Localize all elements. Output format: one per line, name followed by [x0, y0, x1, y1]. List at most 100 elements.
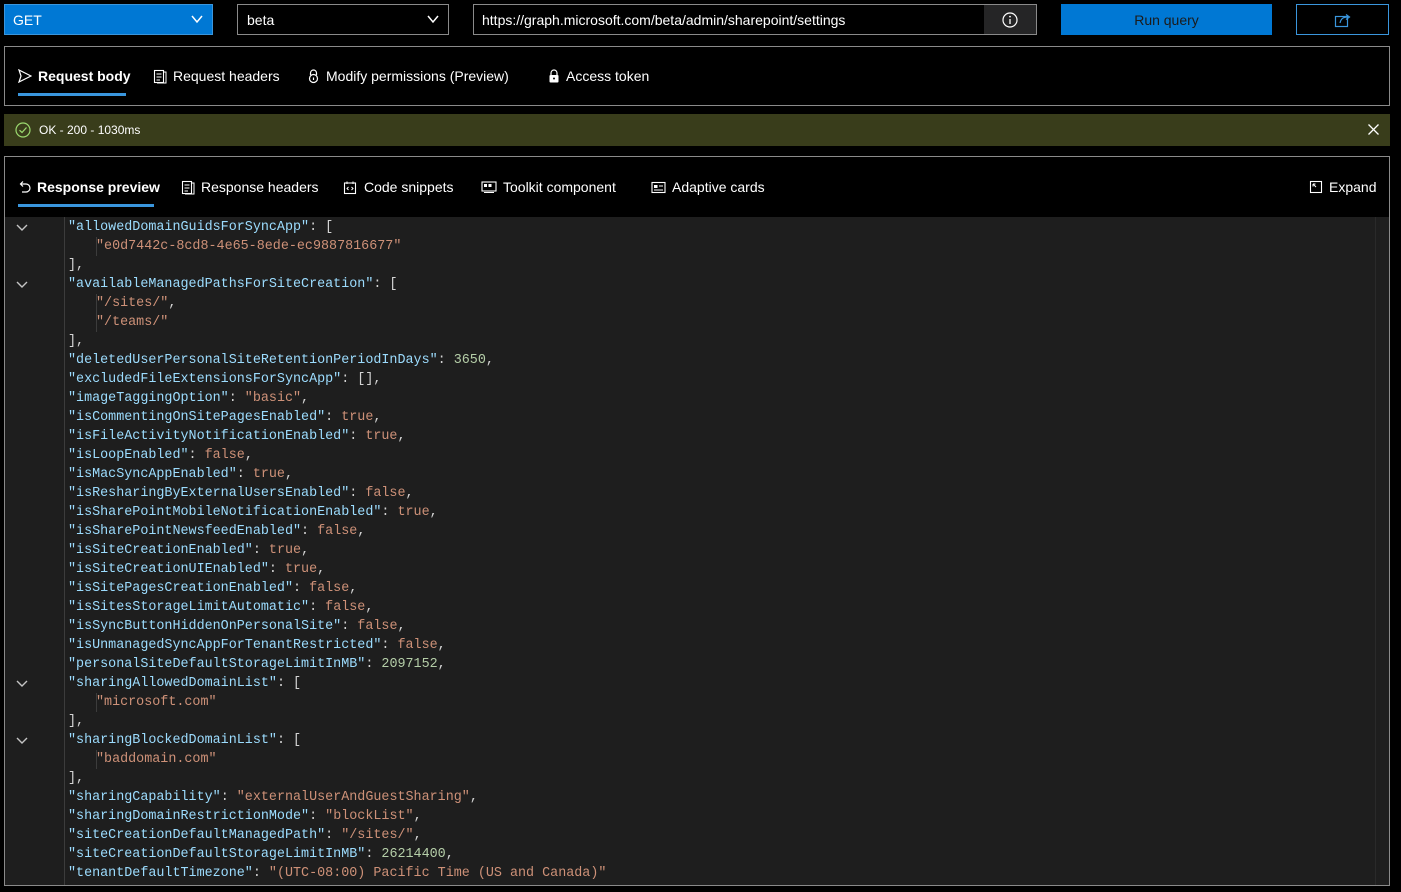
- json-punctuation: :: [365, 657, 382, 672]
- tab-label: Response headers: [201, 179, 319, 195]
- key-icon: [549, 68, 559, 82]
- json-value: "microsoft.com": [96, 695, 217, 710]
- status-bar: OK - 200 - 1030ms: [4, 114, 1390, 146]
- json-key: "isSyncButtonHiddenOnPersonalSite": [68, 619, 342, 634]
- fold-chevron-icon[interactable]: [15, 221, 29, 235]
- json-value: true: [268, 543, 302, 558]
- tab-request-body[interactable]: Request body: [18, 65, 131, 87]
- json-line: "personalSiteDefaultStorageLimitInMB": 2…: [68, 655, 446, 674]
- expand-label: Expand: [1329, 179, 1377, 195]
- chevron-down-icon: [427, 15, 439, 24]
- tab-label: Code snippets: [364, 179, 454, 195]
- tab-toolkit-component[interactable]: Toolkit component: [481, 176, 616, 198]
- info-icon: [1002, 11, 1018, 28]
- json-key: "isSiteCreationUIEnabled": [68, 562, 269, 577]
- json-line: "isSiteCreationEnabled": true,: [68, 541, 309, 560]
- json-value: 2097152: [381, 657, 438, 672]
- json-key: "isResharingByExternalUsersEnabled": [68, 486, 350, 501]
- json-key: "isFileActivityNotificationEnabled": [68, 429, 350, 444]
- json-punctuation: ,: [301, 543, 310, 558]
- fold-chevron-icon[interactable]: [15, 677, 29, 691]
- json-value: "externalUserAndGuestSharing": [236, 790, 470, 805]
- close-icon[interactable]: [1367, 123, 1380, 136]
- tab-label: Request headers: [173, 68, 280, 84]
- json-value: true: [397, 505, 430, 520]
- json-punctuation: :: [236, 467, 253, 482]
- expand-icon: [1309, 180, 1323, 194]
- json-line: "deletedUserPersonalSiteRetentionPeriodI…: [68, 351, 494, 370]
- json-punctuation: :: [228, 391, 245, 406]
- json-punctuation: ,: [437, 657, 446, 672]
- tab-response-preview[interactable]: Response preview: [18, 176, 160, 198]
- json-key: "isSitePagesCreationEnabled": [68, 581, 293, 596]
- json-punctuation: :: [188, 448, 205, 463]
- json-value: 3650: [453, 353, 486, 368]
- info-button[interactable]: [984, 5, 1036, 34]
- json-line: "allowedDomainGuidsForSyncApp": [: [68, 218, 333, 237]
- json-punctuation: : [: [276, 676, 302, 691]
- json-punctuation: ,: [317, 562, 326, 577]
- fold-chevron-icon[interactable]: [15, 734, 29, 748]
- tab-response-headers[interactable]: Response headers: [181, 176, 319, 198]
- json-punctuation: :: [325, 410, 342, 425]
- json-key: "isCommentingOnSitePagesEnabled": [68, 410, 326, 425]
- tab-access-token[interactable]: Access token: [548, 65, 649, 87]
- json-value: true: [284, 562, 318, 577]
- tab-label: Request body: [38, 68, 131, 84]
- json-line: "sharingBlockedDomainList": [: [68, 731, 301, 750]
- json-key: "isSiteCreationEnabled": [68, 543, 253, 558]
- json-punctuation: ],: [68, 714, 85, 729]
- json-key: "siteCreationDefaultManagedPath": [68, 828, 326, 843]
- json-line: "siteCreationDefaultManagedPath": "/site…: [68, 826, 422, 845]
- json-value: false: [204, 448, 245, 463]
- json-punctuation: :: [293, 581, 310, 596]
- json-value: true: [252, 467, 285, 482]
- json-punctuation: ,: [429, 505, 438, 520]
- json-punctuation: ,: [168, 296, 177, 311]
- url-input[interactable]: [474, 5, 984, 34]
- json-punctuation: :: [349, 486, 366, 501]
- json-value: "(UTC-08:00) Pacific Time (US and Canada…: [268, 866, 607, 881]
- json-line: ],: [68, 712, 84, 731]
- json-punctuation: ,: [244, 448, 253, 463]
- json-key: "tenantDefaultTimezone": [68, 866, 253, 881]
- json-value: true: [365, 429, 398, 444]
- json-value: "baddomain.com": [96, 752, 217, 767]
- success-check-icon: [15, 122, 31, 138]
- json-punctuation: :: [325, 828, 342, 843]
- tab-adaptive-cards[interactable]: Adaptive cards: [651, 176, 765, 198]
- tab-label: Adaptive cards: [672, 179, 765, 195]
- json-punctuation: :: [309, 600, 326, 615]
- json-punctuation: ,: [365, 600, 374, 615]
- json-line: "availableManagedPathsForSiteCreation": …: [68, 275, 397, 294]
- version-dropdown[interactable]: beta: [237, 4, 449, 35]
- tab-code-snippets[interactable]: Code snippets: [343, 176, 454, 198]
- response-tabs: Response preview Response headers Code s…: [5, 157, 1389, 217]
- document-icon: [153, 69, 167, 83]
- json-key: "sharingBlockedDomainList": [68, 733, 277, 748]
- json-key: "isSitesStorageLimitAutomatic": [68, 600, 310, 615]
- lock-icon: [308, 68, 319, 83]
- json-line: "isSharePointMobileNotificationEnabled":…: [68, 503, 438, 522]
- json-line: "sharingDomainRestrictionMode": "blockLi…: [68, 807, 422, 826]
- tab-modify-permissions[interactable]: Modify permissions (Preview): [307, 65, 509, 87]
- expand-button[interactable]: Expand: [1309, 176, 1376, 198]
- json-punctuation: ],: [68, 258, 85, 273]
- json-line: "isLoopEnabled": false,: [68, 446, 253, 465]
- tab-label: Toolkit component: [503, 179, 616, 195]
- json-key: "deletedUserPersonalSiteRetentionPeriodI…: [68, 353, 438, 368]
- json-key: "isSharePointNewsfeedEnabled": [68, 524, 302, 539]
- json-punctuation: ,: [485, 353, 494, 368]
- fold-chevron-icon[interactable]: [15, 278, 29, 292]
- response-json-viewer[interactable]: "allowedDomainGuidsForSyncApp": ["e0d744…: [5, 217, 1389, 885]
- vertical-scrollbar[interactable]: [1375, 217, 1389, 885]
- run-query-button[interactable]: Run query: [1061, 4, 1272, 35]
- json-line: "isSitePagesCreationEnabled": false,: [68, 579, 357, 598]
- share-button[interactable]: [1296, 4, 1389, 35]
- tab-label: Response preview: [37, 179, 160, 195]
- tab-request-headers[interactable]: Request headers: [153, 65, 280, 87]
- tab-label: Access token: [566, 68, 650, 84]
- json-line: "isFileActivityNotificationEnabled": tru…: [68, 427, 406, 446]
- http-method-dropdown[interactable]: GET: [4, 4, 213, 35]
- json-punctuation: ,: [373, 410, 382, 425]
